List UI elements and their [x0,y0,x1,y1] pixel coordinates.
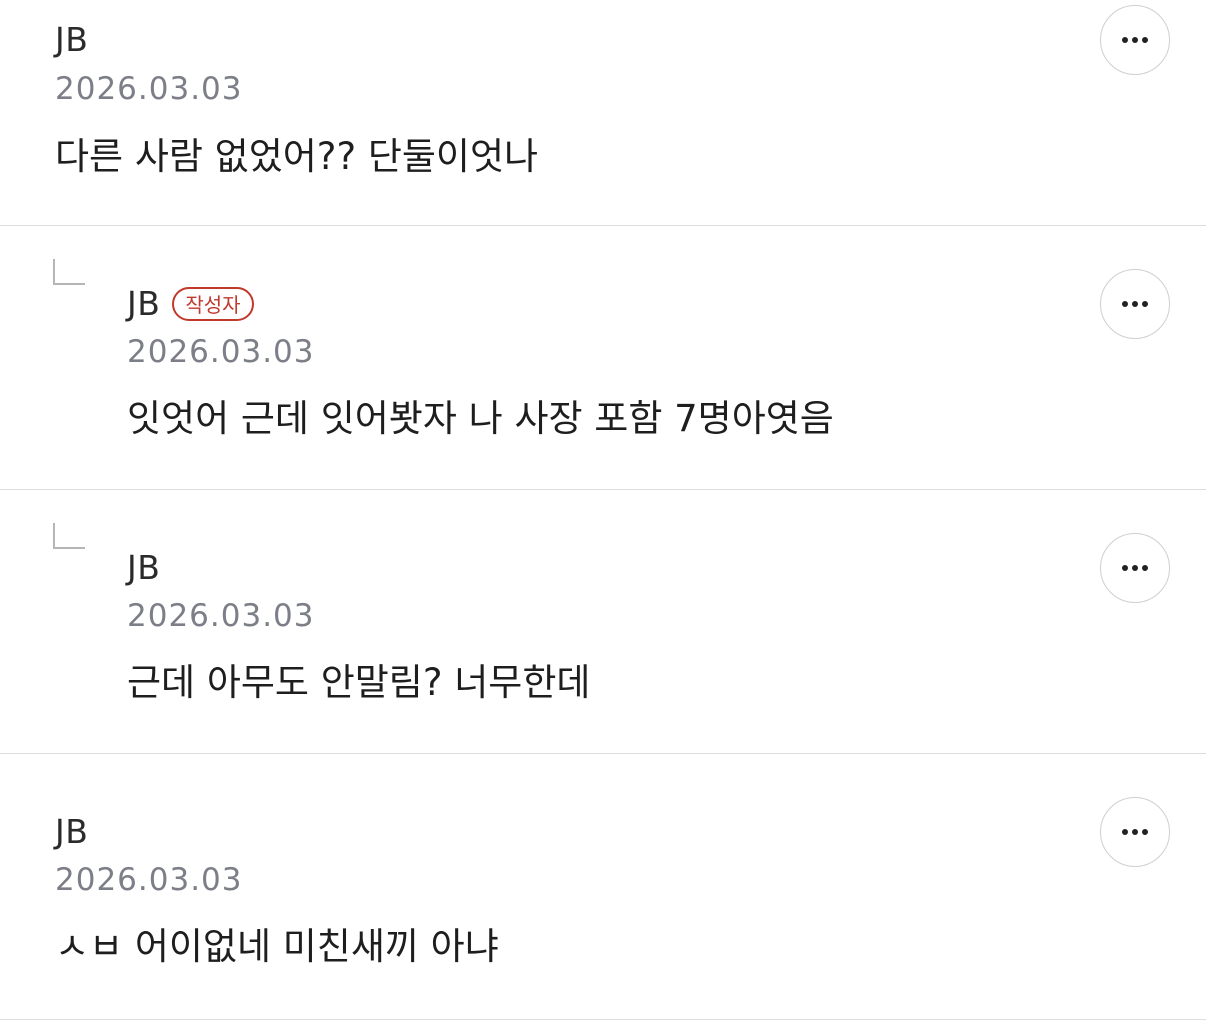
author-line: JB 작성자 [127,284,254,324]
comment-text: 다른 사람 없었어?? 단둘이엇나 [55,135,539,178]
comment-date: 2026.03.03 [127,334,315,370]
comment-date: 2026.03.03 [55,71,243,107]
author-line: JB [55,20,88,60]
author-badge: 작성자 [172,287,254,321]
more-dots-icon [1122,301,1148,307]
reply-item: JB 작성자 2026.03.03 잇엇어 근데 잇어봣자 나 사장 포함 7명… [0,226,1206,490]
more-options-button[interactable] [1100,269,1170,339]
author-name[interactable]: JB [55,812,88,852]
more-options-button[interactable] [1100,533,1170,603]
comment-date: 2026.03.03 [127,598,315,634]
comment-text: 잇엇어 근데 잇어봣자 나 사장 포함 7명아엿음 [127,397,834,440]
comment-date: 2026.03.03 [55,862,243,898]
comment-list: JB 2026.03.03 다른 사람 없었어?? 단둘이엇나 JB 작성자 2… [0,0,1206,1020]
comment-item: JB 2026.03.03 다른 사람 없었어?? 단둘이엇나 [0,0,1206,226]
author-name[interactable]: JB [127,284,160,324]
more-dots-icon [1122,829,1148,835]
author-name[interactable]: JB [55,20,88,60]
more-dots-icon [1122,37,1148,43]
comment-item: JB 2026.03.03 ㅅㅂ 어이없네 미친새끼 아냐 [0,754,1206,1020]
more-options-button[interactable] [1100,797,1170,867]
author-line: JB [55,812,88,852]
more-dots-icon [1122,565,1148,571]
reply-item: JB 2026.03.03 근데 아무도 안말림? 너무한데 [0,490,1206,754]
reply-arrow-icon [53,523,85,549]
comment-text: 근데 아무도 안말림? 너무한데 [127,661,591,704]
author-name[interactable]: JB [127,548,160,588]
author-line: JB [127,548,160,588]
comment-text: ㅅㅂ 어이없네 미친새끼 아냐 [55,925,499,968]
more-options-button[interactable] [1100,5,1170,75]
reply-arrow-icon [53,259,85,285]
